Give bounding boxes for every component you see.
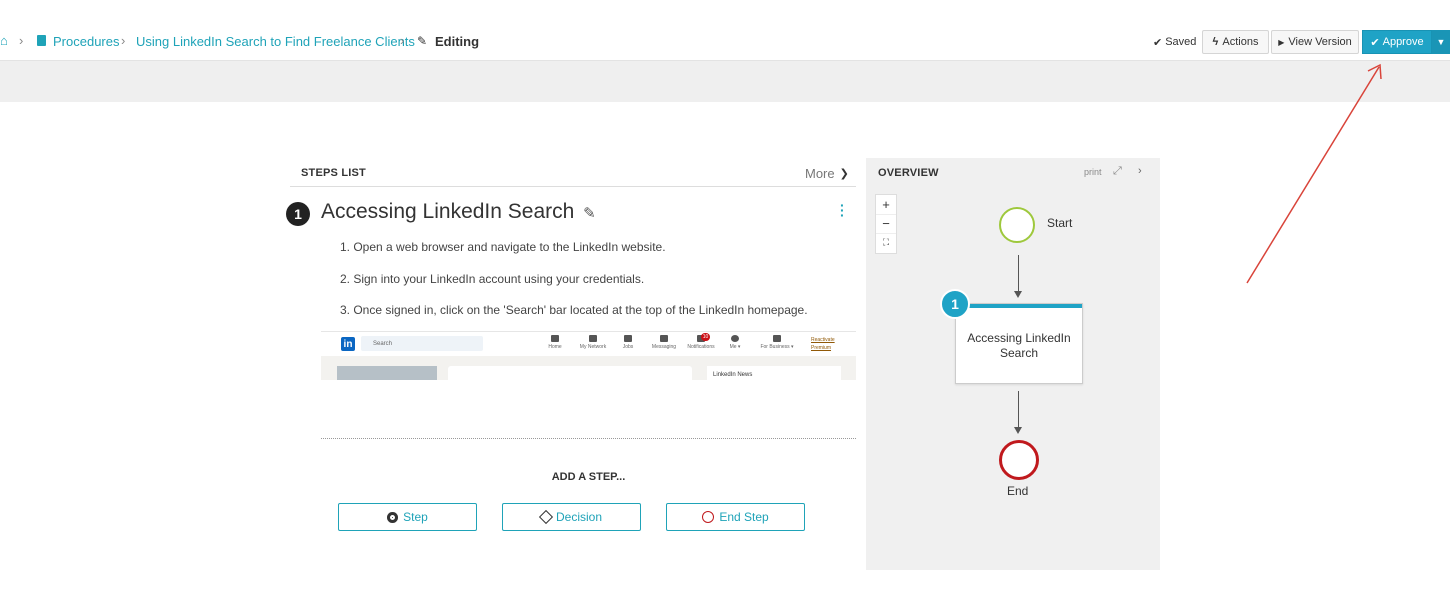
approve-label: Approve	[1382, 36, 1424, 48]
step-options-icon[interactable]: · · ·	[840, 198, 845, 222]
add-end-step-button-label: End Step	[719, 510, 769, 524]
breadcrumb-procedures[interactable]: Procedures	[53, 34, 119, 49]
nav-label: For Business ▾	[760, 344, 794, 350]
notification-count: 10	[701, 333, 710, 341]
zoom-controls: + − ⛶	[875, 194, 897, 254]
task-number-badge: 1	[940, 289, 970, 319]
instruction-line: 2. Sign into your LinkedIn account using…	[340, 272, 645, 286]
check-icon: ✔	[1370, 36, 1380, 49]
jobs-icon: Jobs	[608, 335, 648, 350]
add-step-button[interactable]: Step	[338, 503, 477, 531]
linkedin-search-bar: Search	[361, 336, 483, 351]
nav-label: Jobs	[622, 344, 634, 350]
add-step-button-label: Step	[403, 510, 428, 524]
end-label: End	[1007, 484, 1029, 498]
flow-connector	[1018, 391, 1019, 427]
step-title-text: Accessing LinkedIn Search	[321, 200, 575, 223]
flow-connector	[1018, 255, 1019, 291]
profile-card	[337, 366, 437, 380]
actions-button[interactable]: ϟ Actions	[1202, 30, 1269, 54]
post-box	[448, 366, 692, 380]
actions-label: Actions	[1222, 36, 1259, 48]
overview-title: OVERVIEW	[878, 167, 939, 179]
breadcrumb-separator: ›	[121, 33, 126, 48]
add-step-label: ADD A STEP...	[551, 471, 626, 483]
news-card: LinkedIn News	[707, 366, 841, 380]
zoom-in-button[interactable]: +	[876, 195, 896, 215]
annotation-arrow	[1246, 63, 1382, 284]
nav-label: Notifications	[687, 344, 715, 350]
print-link[interactable]: print	[1084, 167, 1102, 177]
instruction-line: 1. Open a web browser and navigate to th…	[340, 240, 666, 254]
task-accent-bar	[956, 304, 1082, 308]
step-screenshot: in Search Home My Network Jobs Messaging…	[321, 331, 856, 380]
nav-label: My Network	[579, 344, 607, 350]
more-menu[interactable]: More ❯	[805, 166, 849, 181]
nav-label: Me ▾	[729, 344, 741, 350]
chevron-right-icon[interactable]: ›	[1138, 165, 1142, 177]
divider	[290, 186, 856, 187]
saved-label: Saved	[1165, 36, 1197, 48]
add-decision-button-label: Decision	[555, 510, 603, 524]
approve-dropdown-toggle[interactable]: ▼	[1432, 30, 1450, 54]
sub-header-bar	[0, 61, 1450, 102]
step-title[interactable]: Accessing LinkedIn Search ✎	[321, 200, 596, 224]
arrowhead-icon	[1014, 291, 1022, 298]
instruction-line: 3. Once signed in, click on the 'Search'…	[340, 303, 808, 317]
pencil-icon: ✎	[417, 34, 428, 48]
home-icon[interactable]: ⌂	[0, 33, 8, 48]
approve-button[interactable]: ✔ Approve	[1362, 30, 1432, 54]
check-icon: ✔	[1153, 37, 1163, 49]
breadcrumb-separator: ›	[19, 33, 24, 48]
diamond-icon	[538, 509, 554, 525]
circle-icon	[702, 511, 715, 523]
fit-screen-button[interactable]: ⛶	[876, 233, 896, 252]
nav-label: Home	[548, 344, 562, 350]
add-end-step-button[interactable]: End Step	[666, 503, 805, 531]
circle-dot-icon	[387, 511, 399, 523]
caret-right-icon: ▶	[1278, 37, 1285, 47]
messaging-icon: Messaging	[644, 335, 684, 350]
breadcrumb-procedure-name[interactable]: Using LinkedIn Search to Find Freelance …	[136, 34, 415, 49]
chevron-down-icon: ❯	[839, 168, 849, 180]
divider	[321, 438, 856, 439]
me-avatar-icon: Me ▾	[715, 335, 755, 350]
breadcrumb-current: Editing	[435, 34, 480, 49]
document-icon	[37, 35, 46, 46]
bolt-icon: ϟ	[1212, 36, 1219, 48]
view-version-button[interactable]: ▶ View Version	[1271, 30, 1359, 54]
end-node[interactable]	[999, 440, 1039, 480]
nav-label: Messaging	[651, 344, 677, 350]
network-icon: My Network	[573, 335, 613, 350]
zoom-out-button[interactable]: −	[876, 214, 896, 234]
add-decision-button[interactable]: Decision	[502, 503, 641, 531]
start-node[interactable]	[999, 207, 1035, 243]
task-node[interactable]: Accessing LinkedIn Search	[955, 303, 1083, 384]
breadcrumb-separator: ›	[400, 33, 405, 48]
premium-line: Reactivate	[811, 337, 835, 343]
more-label: More	[805, 166, 835, 181]
caret-down-icon: ▼	[1436, 37, 1446, 47]
annotation-arrow-line	[1246, 66, 1380, 284]
expand-icon[interactable]: ⤢	[1113, 165, 1122, 178]
task-label: Accessing LinkedIn Search	[967, 331, 1071, 360]
pencil-icon[interactable]: ✎	[583, 205, 596, 222]
view-version-label: View Version	[1288, 36, 1352, 48]
premium-link: Reactivate Premium	[811, 336, 835, 352]
grid-icon: For Business ▾	[757, 335, 797, 350]
home-icon: Home	[535, 335, 575, 350]
step-number-badge: 1	[286, 202, 310, 226]
premium-line: Premium	[811, 345, 832, 351]
saved-status: ✔ Saved	[1153, 36, 1196, 49]
linkedin-logo: in	[341, 337, 355, 351]
overview-panel: OVERVIEW print ⤢ › + − ⛶ Start Accessing…	[866, 158, 1160, 570]
arrowhead-icon	[1014, 427, 1022, 434]
start-label: Start	[1047, 216, 1073, 230]
steps-list-title: STEPS LIST	[301, 167, 366, 179]
